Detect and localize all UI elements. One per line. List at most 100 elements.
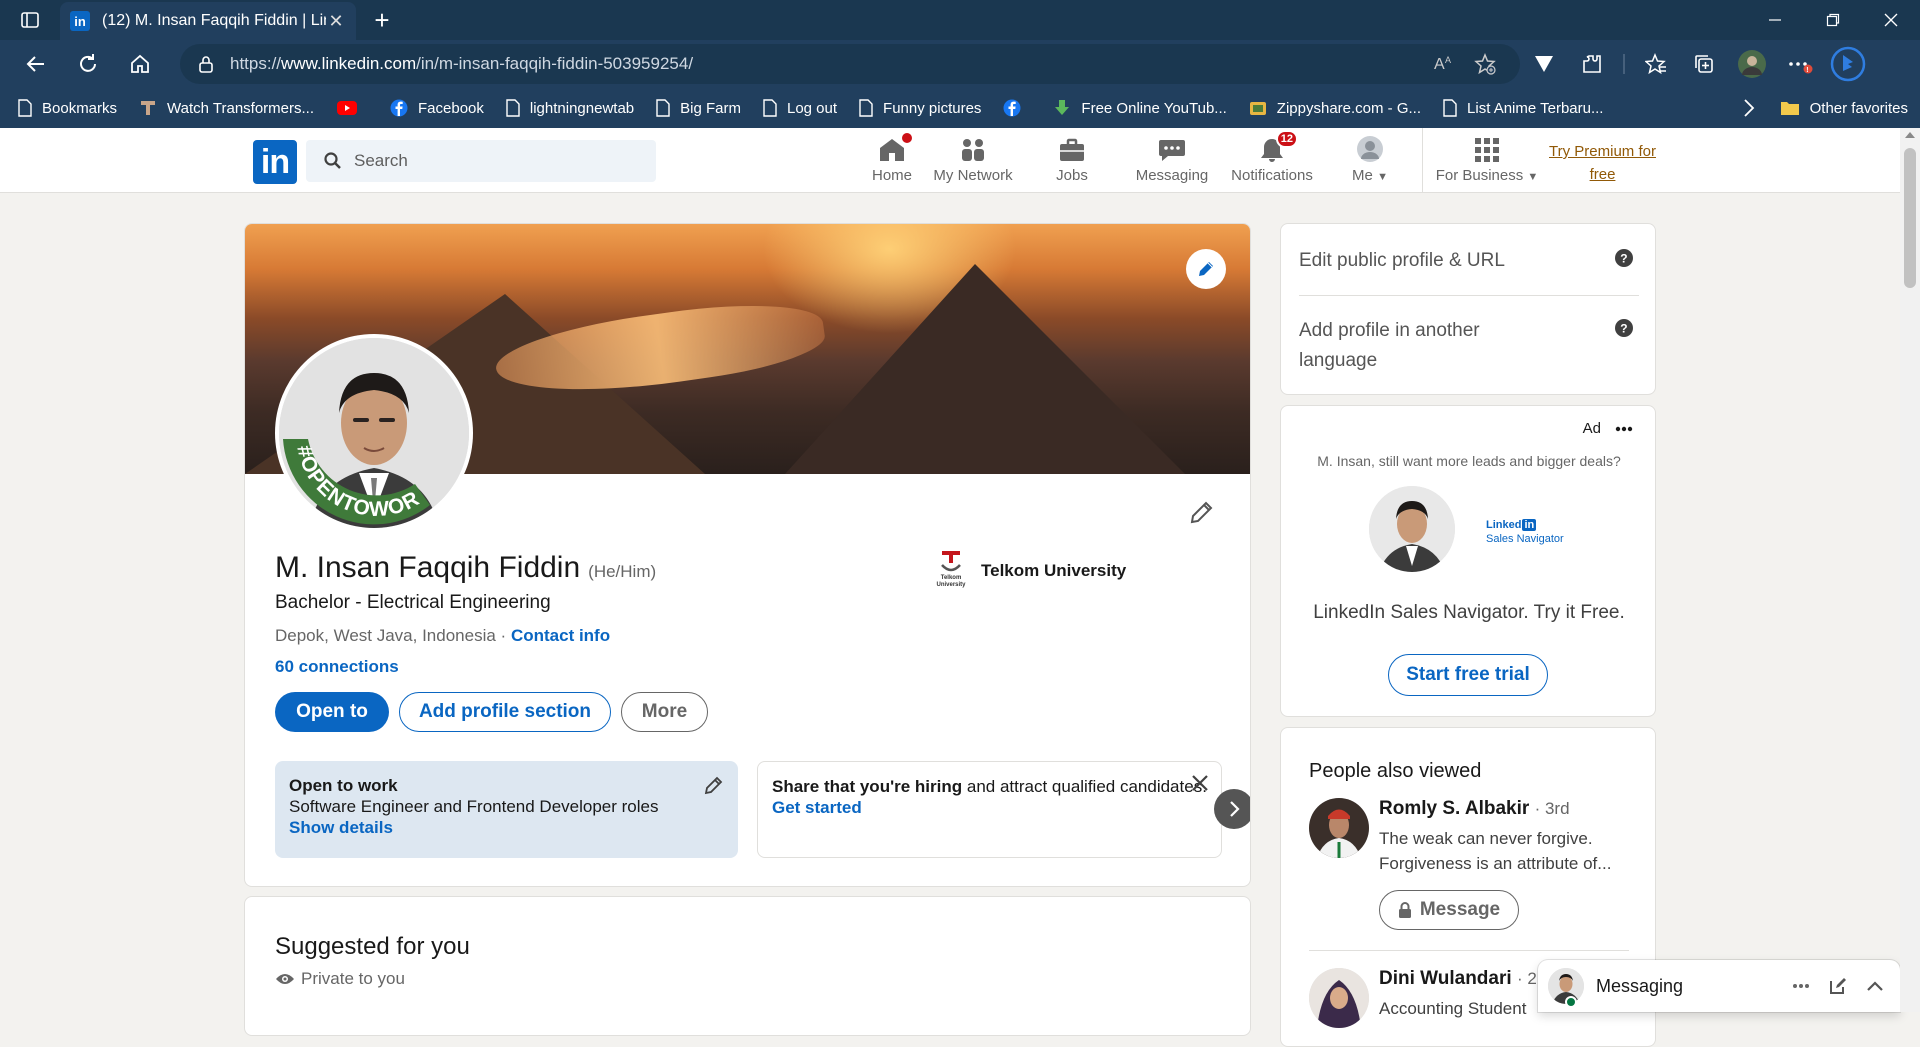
bookmark-label: Funny pictures (883, 99, 982, 117)
bookmark-item[interactable]: List Anime Terbaru... (1443, 99, 1603, 117)
window-controls (1746, 0, 1920, 40)
refresh-icon[interactable] (62, 44, 114, 84)
page-icon (859, 99, 873, 117)
start-free-trial-button[interactable]: Start free trial (1388, 654, 1548, 696)
nav-me[interactable]: Me ▼ (1335, 128, 1405, 192)
bookmark-label: Log out (786, 99, 838, 117)
minimize-icon[interactable] (1746, 0, 1804, 40)
linkedin-header: in Home My Network Jobs Messaging 12 N (0, 128, 1900, 193)
help-icon[interactable]: ? (1615, 319, 1633, 337)
search-box[interactable] (306, 140, 656, 182)
more-options-icon[interactable] (1615, 426, 1633, 432)
bookmark-item[interactable]: Bookmarks (18, 99, 117, 117)
add-profile-section-button[interactable]: Add profile section (399, 692, 611, 732)
nav-messaging[interactable]: Messaging (1127, 128, 1217, 192)
telkom-university-logo: Telkom University (933, 549, 969, 593)
folder-icon (1780, 100, 1800, 116)
profile-avatar-icon[interactable] (1728, 40, 1776, 88)
open-to-work-card[interactable]: Open to work Software Engineer and Front… (275, 761, 738, 858)
avatar[interactable] (1309, 798, 1369, 858)
add-favorite-icon[interactable] (1474, 53, 1496, 75)
person-name-text: Romly S. Albakir (1379, 798, 1530, 819)
new-tab-button[interactable]: + (366, 4, 398, 36)
profile-photo[interactable]: #OPENTOWORK (275, 334, 473, 532)
compose-icon[interactable] (1828, 976, 1848, 996)
contact-info-link[interactable]: Contact info (511, 626, 610, 645)
other-favorites[interactable]: Other favorites (1780, 88, 1908, 128)
back-icon[interactable] (10, 44, 62, 84)
message-button[interactable]: Message (1379, 890, 1519, 930)
caret-down-icon: ▼ (1527, 171, 1539, 183)
bookmark-label: Zippyshare.com - G... (1276, 99, 1422, 117)
show-details-link[interactable]: Show details (289, 817, 724, 838)
close-icon[interactable] (1191, 774, 1209, 792)
chevron-right-icon[interactable] (1743, 98, 1755, 118)
help-icon[interactable]: ? (1615, 249, 1633, 267)
more-button[interactable]: More (621, 692, 708, 732)
bookmark-item[interactable] (1003, 99, 1031, 117)
bing-copilot-icon[interactable] (1824, 40, 1872, 88)
lock-icon (1398, 902, 1412, 918)
education-link[interactable]: Telkom University Telkom University (933, 549, 1126, 593)
vpn-extension-icon[interactable] (1520, 40, 1568, 88)
scrollbar-thumb[interactable] (1904, 148, 1916, 288)
bookmark-item[interactable]: Watch Transformers... (139, 99, 314, 117)
carousel-next-button[interactable] (1214, 789, 1250, 829)
edit-public-profile-link[interactable]: Edit public profile & URL (1299, 246, 1639, 276)
restore-icon[interactable] (1804, 0, 1862, 40)
notifications-count-badge: 12 (1275, 130, 1298, 148)
extensions-icon[interactable] (1568, 40, 1616, 88)
favorites-icon[interactable] (1632, 40, 1680, 88)
edit-intro-button[interactable] (1189, 499, 1215, 525)
address-bar[interactable]: https://www.linkedin.com/in/m-insan-faqq… (180, 44, 1520, 84)
nav-me-label-wrap: Me ▼ (1352, 167, 1388, 184)
nav-for-business[interactable]: For Business ▼ (1432, 128, 1542, 192)
settings-more-icon[interactable]: ! (1776, 40, 1824, 88)
browser-tab[interactable]: in (12) M. Insan Faqqih Fiddin | LinkedI… (60, 2, 356, 40)
bookmark-item[interactable]: Zippyshare.com - G... (1249, 99, 1421, 117)
linkedin-logo[interactable]: in (253, 140, 297, 184)
tab-actions-icon[interactable] (0, 0, 60, 40)
bookmark-item[interactable]: Log out (763, 99, 837, 117)
jobs-icon (1058, 137, 1086, 163)
grid-apps-icon (1474, 137, 1500, 163)
bookmark-item[interactable]: Facebook (390, 99, 484, 117)
bookmark-item[interactable] (336, 100, 368, 116)
try-premium-link[interactable]: Try Premium for free (1545, 140, 1660, 186)
more-options-icon[interactable] (1792, 983, 1810, 989)
search-input[interactable] (354, 151, 634, 171)
ad-header: Ad (1583, 420, 1633, 437)
avatar[interactable] (1309, 968, 1369, 1028)
get-started-link[interactable]: Get started (772, 797, 1207, 818)
svg-text:?: ? (1620, 252, 1627, 266)
home-browser-icon[interactable] (114, 44, 166, 84)
bookmark-item[interactable]: Big Farm (656, 99, 741, 117)
nav-jobs[interactable]: Jobs (1032, 128, 1112, 192)
tab-close-icon[interactable]: ✕ (326, 11, 346, 32)
messaging-overlay[interactable]: Messaging (1538, 960, 1900, 1012)
add-profile-language-link[interactable]: Add profile in another language (1299, 316, 1559, 376)
nav-notifications[interactable]: 12 Notifications (1222, 128, 1322, 192)
edit-cover-button[interactable] (1186, 249, 1226, 289)
collections-icon[interactable] (1680, 40, 1728, 88)
open-to-button[interactable]: Open to (275, 692, 389, 732)
bookmark-label: Watch Transformers... (167, 99, 315, 117)
scroll-up-arrow-icon[interactable] (1905, 132, 1915, 138)
person-name[interactable]: Dini Wulandari · 2 (1379, 968, 1537, 990)
nav-my-network[interactable]: My Network (928, 128, 1018, 192)
bookmark-item[interactable]: Free Online YouTub... (1053, 99, 1227, 117)
person-name[interactable]: Romly S. Albakir · 3rd (1379, 798, 1570, 820)
hiring-card[interactable]: Share that you're hiring and attract qua… (757, 761, 1222, 858)
connections-link[interactable]: 60 connections (275, 657, 399, 677)
pencil-icon[interactable] (704, 775, 724, 795)
page-icon (506, 99, 520, 117)
nav-home[interactable]: Home (852, 128, 932, 192)
lock-icon[interactable] (198, 55, 214, 73)
close-window-icon[interactable] (1862, 0, 1920, 40)
messaging-overlay-title: Messaging (1596, 975, 1684, 996)
bookmark-item[interactable]: lightningnewtab (506, 99, 634, 117)
read-aloud-icon[interactable]: AA (1434, 53, 1456, 75)
ad-subtitle: M. Insan, still want more leads and bigg… (1317, 453, 1621, 469)
chevron-up-icon[interactable] (1866, 980, 1884, 992)
bookmark-item[interactable]: Funny pictures (859, 99, 981, 117)
